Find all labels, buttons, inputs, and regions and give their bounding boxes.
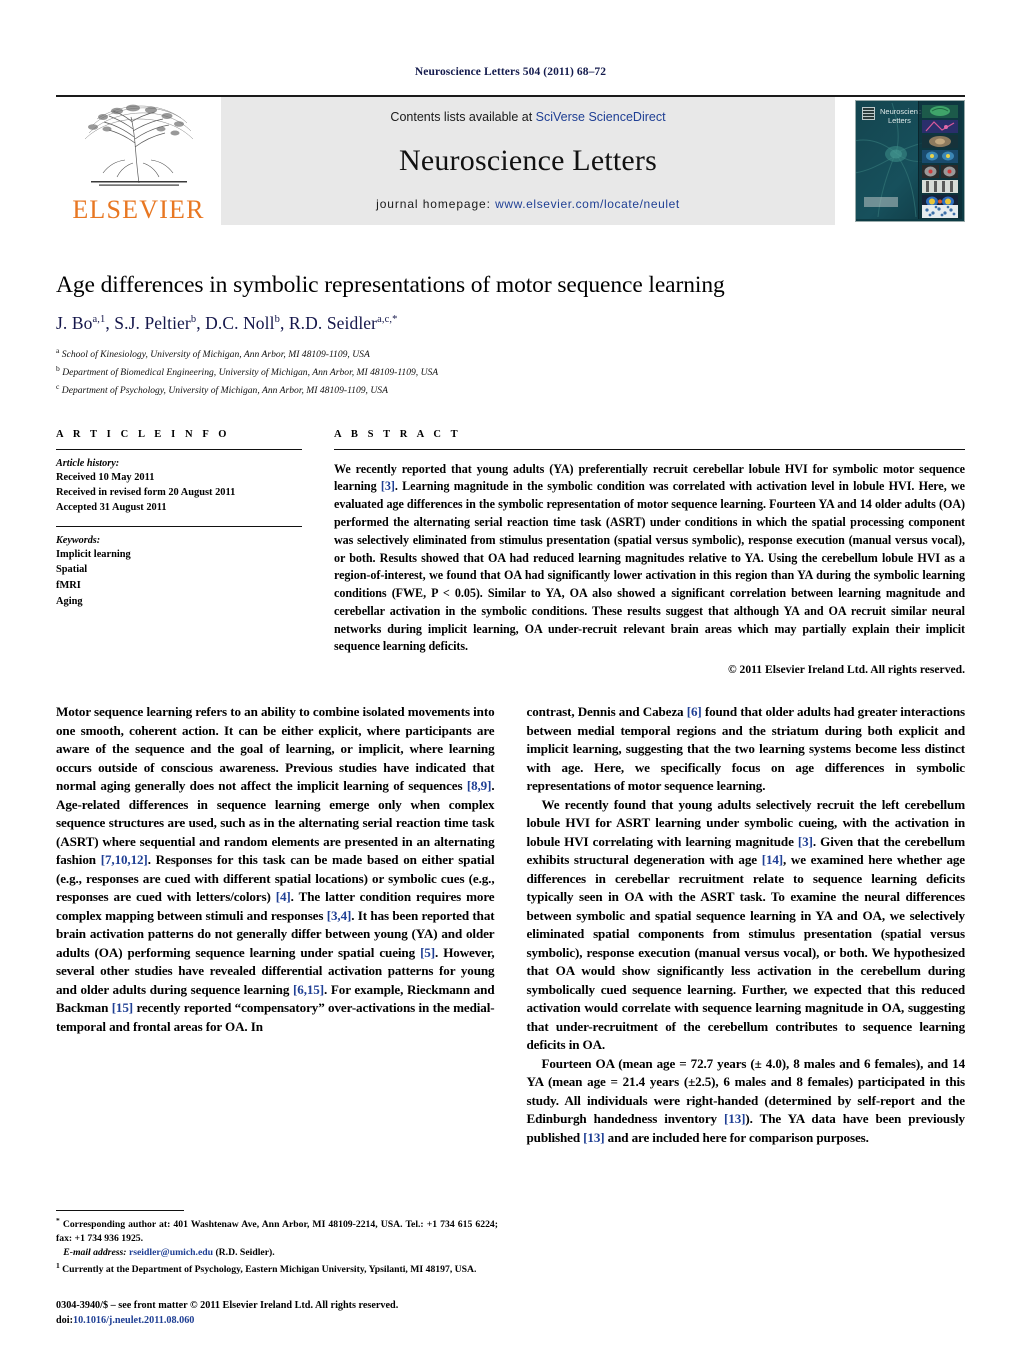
author-note-1: 1 Currently at the Department of Psychol…	[56, 1260, 477, 1275]
masthead-center: Contents lists available at SciVerse Sci…	[221, 97, 835, 225]
keyword-item: fMRI	[56, 580, 81, 592]
author-list: J. Boa,1, S.J. Peltierb, D.C. Nollb, R.D…	[56, 313, 398, 334]
journal-title: Neuroscience Letters	[398, 143, 658, 177]
body-columns: Motor sequence learning refers to an abi…	[56, 703, 965, 1147]
body-paragraph: Motor sequence learning refers to an abi…	[56, 704, 495, 1034]
email-note: E-mail address: rseidler@umich.edu (R.D.…	[56, 1246, 498, 1260]
body-column-right: contrast, Dennis and Cabeza [6] found th…	[527, 703, 966, 1147]
keyword-item: Aging	[56, 595, 83, 607]
abstract-heading: A B S T R A C T	[334, 428, 462, 440]
elsevier-tree-icon	[84, 104, 193, 186]
corresponding-author-note: * Corresponding author at: 401 Washtenaw…	[56, 1215, 498, 1245]
affil-mark-a: a	[56, 346, 60, 356]
page-title: Age differences in symbolic representati…	[56, 272, 725, 298]
doi-prefix: doi:	[56, 1315, 73, 1327]
homepage-prefix: journal homepage:	[376, 197, 496, 211]
body-paragraph: Fourteen OA (mean age = 72.7 years (± 4.…	[526, 1055, 966, 1145]
imprint-doi: doi:10.1016/j.neulet.2011.08.060	[56, 1314, 516, 1329]
abstract-copyright: © 2011 Elsevier Ireland Ltd. All rights …	[728, 663, 965, 677]
svg-text:Letters: Letters	[888, 116, 911, 125]
keywords-block: Keywords: Implicit learning Spatial fMRI…	[56, 527, 302, 609]
history-received: Received 10 May 2011	[56, 471, 155, 483]
body-paragraph: contrast, Dennis and Cabeza [6] found th…	[526, 704, 966, 794]
keyword-item: Spatial	[56, 564, 88, 576]
imprint-frontmatter: 0304-3940/$ – see front matter © 2011 El…	[56, 1300, 399, 1312]
affiliation-text: School of Kinesiology, University of Mic…	[61, 349, 370, 361]
keyword-item: Implicit learning	[56, 548, 131, 560]
footnote-block: * Corresponding author at: 401 Washtenaw…	[56, 1209, 498, 1277]
paper-page: Neuroscience Letters 504 (2011) 68–72 EL…	[0, 0, 1021, 1351]
history-revised: Received in revised form 20 August 2011	[56, 487, 236, 499]
running-head: Neuroscience Letters 504 (2011) 68–72	[414, 66, 607, 78]
journal-cover-thumbnail: Neuroscience Letters	[855, 100, 965, 222]
abstract-text: We recently reported that young adults (…	[334, 461, 966, 654]
contents-available-line: Contents lists available at SciVerse Sci…	[390, 110, 665, 124]
body-column-left: Motor sequence learning refers to an abi…	[56, 703, 495, 1147]
affiliation-list: a School of Kinesiology, University of M…	[56, 345, 965, 398]
journal-homepage-line: journal homepage: www.elsevier.com/locat…	[376, 197, 680, 211]
affiliation-a: a School of Kinesiology, University of M…	[56, 345, 965, 363]
sciencedirect-link[interactable]: SciVerse ScienceDirect	[536, 110, 666, 124]
doi-link[interactable]: 10.1016/j.neulet.2011.08.060	[73, 1315, 194, 1326]
body-paragraph: We recently found that young adults sele…	[526, 796, 966, 1053]
affiliation-c: c Department of Psychology, University o…	[56, 381, 965, 399]
article-history-label: Article history:	[56, 457, 120, 469]
footnote-rule	[56, 1209, 184, 1211]
imprint-block: 0304-3940/$ – see front matter © 2011 El…	[56, 1299, 516, 1329]
title-block: Age differences in symbolic representati…	[56, 271, 965, 399]
elsevier-logo: ELSEVIER	[56, 97, 221, 225]
journal-masthead: ELSEVIER Contents lists available at Sci…	[56, 95, 965, 225]
homepage-url-link[interactable]: www.elsevier.com/locate/neulet	[495, 197, 680, 211]
info-abstract-section: A R T I C L E I N F O Article history: R…	[56, 429, 965, 676]
contents-prefix: Contents lists available at	[390, 110, 536, 124]
article-info-heading: A R T I C L E I N F O	[56, 428, 231, 440]
article-info-column: A R T I C L E I N F O Article history: R…	[56, 429, 302, 676]
affil-mark-b: b	[56, 364, 60, 374]
affiliation-b: b Department of Biomedical Engineering, …	[56, 363, 965, 381]
affiliation-text: Department of Psychology, University of …	[61, 385, 388, 397]
email-suffix: (R.D. Seidler).	[215, 1247, 275, 1259]
keywords-label: Keywords:	[56, 534, 101, 546]
elsevier-wordmark: ELSEVIER	[72, 195, 205, 224]
journal-cover-container: Neuroscience Letters	[835, 97, 965, 225]
email-label: E-mail address:	[63, 1247, 127, 1259]
article-history-block: Article history: Received 10 May 2011 Re…	[56, 450, 302, 526]
affiliation-text: Department of Biomedical Engineering, Un…	[62, 367, 439, 379]
abstract-column: A B S T R A C T We recently reported tha…	[334, 429, 965, 676]
cover-artwork-icon: Neuroscience Letters	[856, 101, 962, 219]
history-accepted: Accepted 31 August 2011	[56, 502, 167, 514]
email-link[interactable]: rseidler@umich.edu	[129, 1247, 213, 1258]
affil-mark-c: c	[56, 381, 60, 391]
